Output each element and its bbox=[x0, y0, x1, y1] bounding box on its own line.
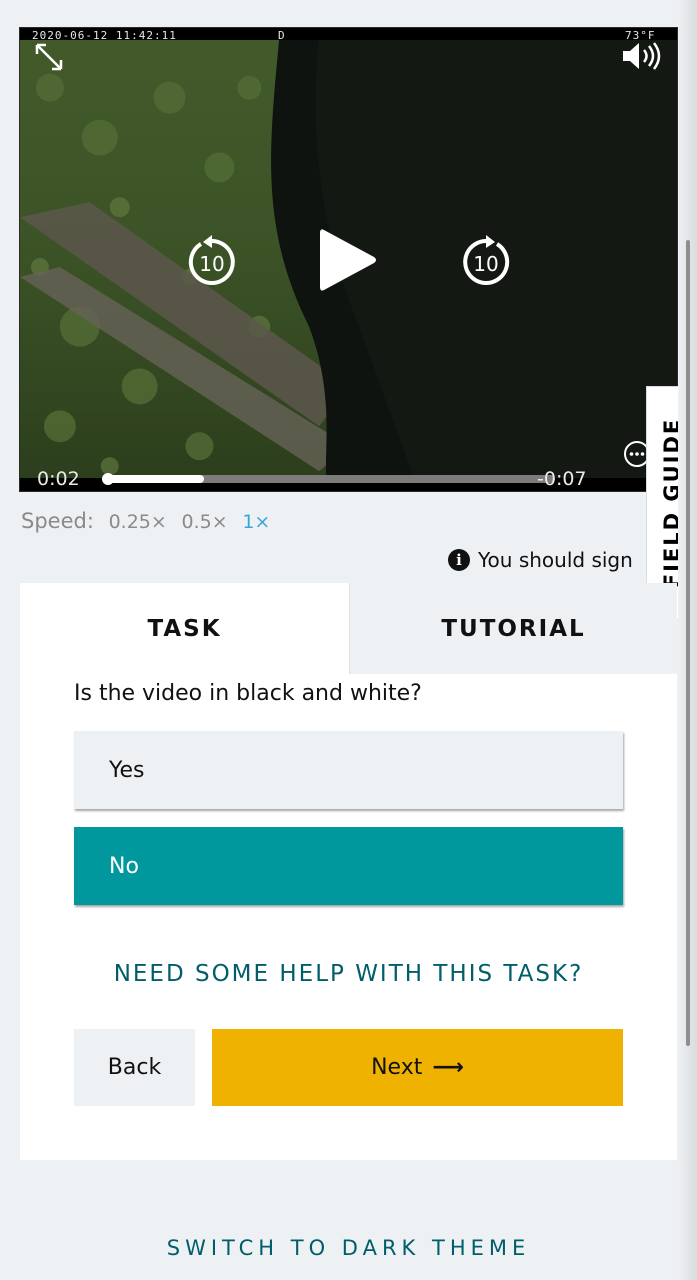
rewind-seconds: 10 bbox=[199, 252, 224, 276]
task-question: Is the video in black and white? bbox=[74, 681, 422, 706]
progress-handle[interactable] bbox=[102, 473, 114, 485]
speed-label: Speed: bbox=[21, 509, 94, 533]
rewind-10-icon[interactable]: 10 bbox=[186, 234, 238, 292]
speed-option-normal[interactable]: 1× bbox=[242, 511, 270, 533]
back-button[interactable]: Back bbox=[74, 1029, 195, 1106]
speed-option-half[interactable]: 0.5× bbox=[182, 511, 228, 533]
task-panel: TASK TUTORIAL Is the video in black and … bbox=[20, 583, 677, 1160]
notice-text: You should sign bbox=[478, 548, 633, 572]
back-label: Back bbox=[107, 1055, 162, 1080]
forward-seconds: 10 bbox=[473, 252, 498, 276]
sign-in-notice: i You should sign bbox=[448, 548, 633, 572]
progress-bar[interactable] bbox=[102, 473, 555, 485]
elapsed-time: 0:02 bbox=[37, 468, 80, 490]
volume-icon[interactable] bbox=[621, 40, 663, 76]
remaining-time: -0:07 bbox=[537, 468, 587, 490]
video-timestamp: 2020-06-12 11:42:11 bbox=[32, 29, 177, 42]
info-icon: i bbox=[448, 549, 470, 571]
video-player[interactable]: 2020-06-12 11:42:11 D 73°F 10 10 0:02 -0… bbox=[19, 27, 678, 492]
switch-theme-link[interactable]: SWITCH TO DARK THEME bbox=[0, 1236, 697, 1260]
speed-option-quarter[interactable]: 0.25× bbox=[109, 511, 167, 533]
arrow-right-icon: ⟶ bbox=[432, 1055, 464, 1080]
speed-controls: Speed: 0.25× 0.5× 1× bbox=[21, 509, 278, 533]
forward-10-icon[interactable]: 10 bbox=[460, 234, 512, 292]
fullscreen-icon[interactable] bbox=[34, 42, 64, 76]
page-scrollbar[interactable] bbox=[686, 240, 690, 1046]
answer-no-label: No bbox=[109, 853, 139, 879]
help-link[interactable]: NEED SOME HELP WITH THIS TASK? bbox=[20, 961, 677, 987]
answer-yes-button[interactable]: Yes bbox=[74, 731, 623, 809]
play-icon[interactable] bbox=[316, 224, 380, 300]
next-label: Next bbox=[371, 1055, 423, 1080]
answer-yes-label: Yes bbox=[109, 757, 145, 783]
next-button[interactable]: Next ⟶ bbox=[212, 1029, 623, 1106]
tab-tutorial[interactable]: TUTORIAL bbox=[349, 583, 677, 674]
progress-fill bbox=[105, 475, 204, 483]
answer-no-button[interactable]: No bbox=[74, 827, 623, 905]
camera-letter: D bbox=[278, 29, 286, 42]
tab-task[interactable]: TASK bbox=[20, 583, 349, 674]
